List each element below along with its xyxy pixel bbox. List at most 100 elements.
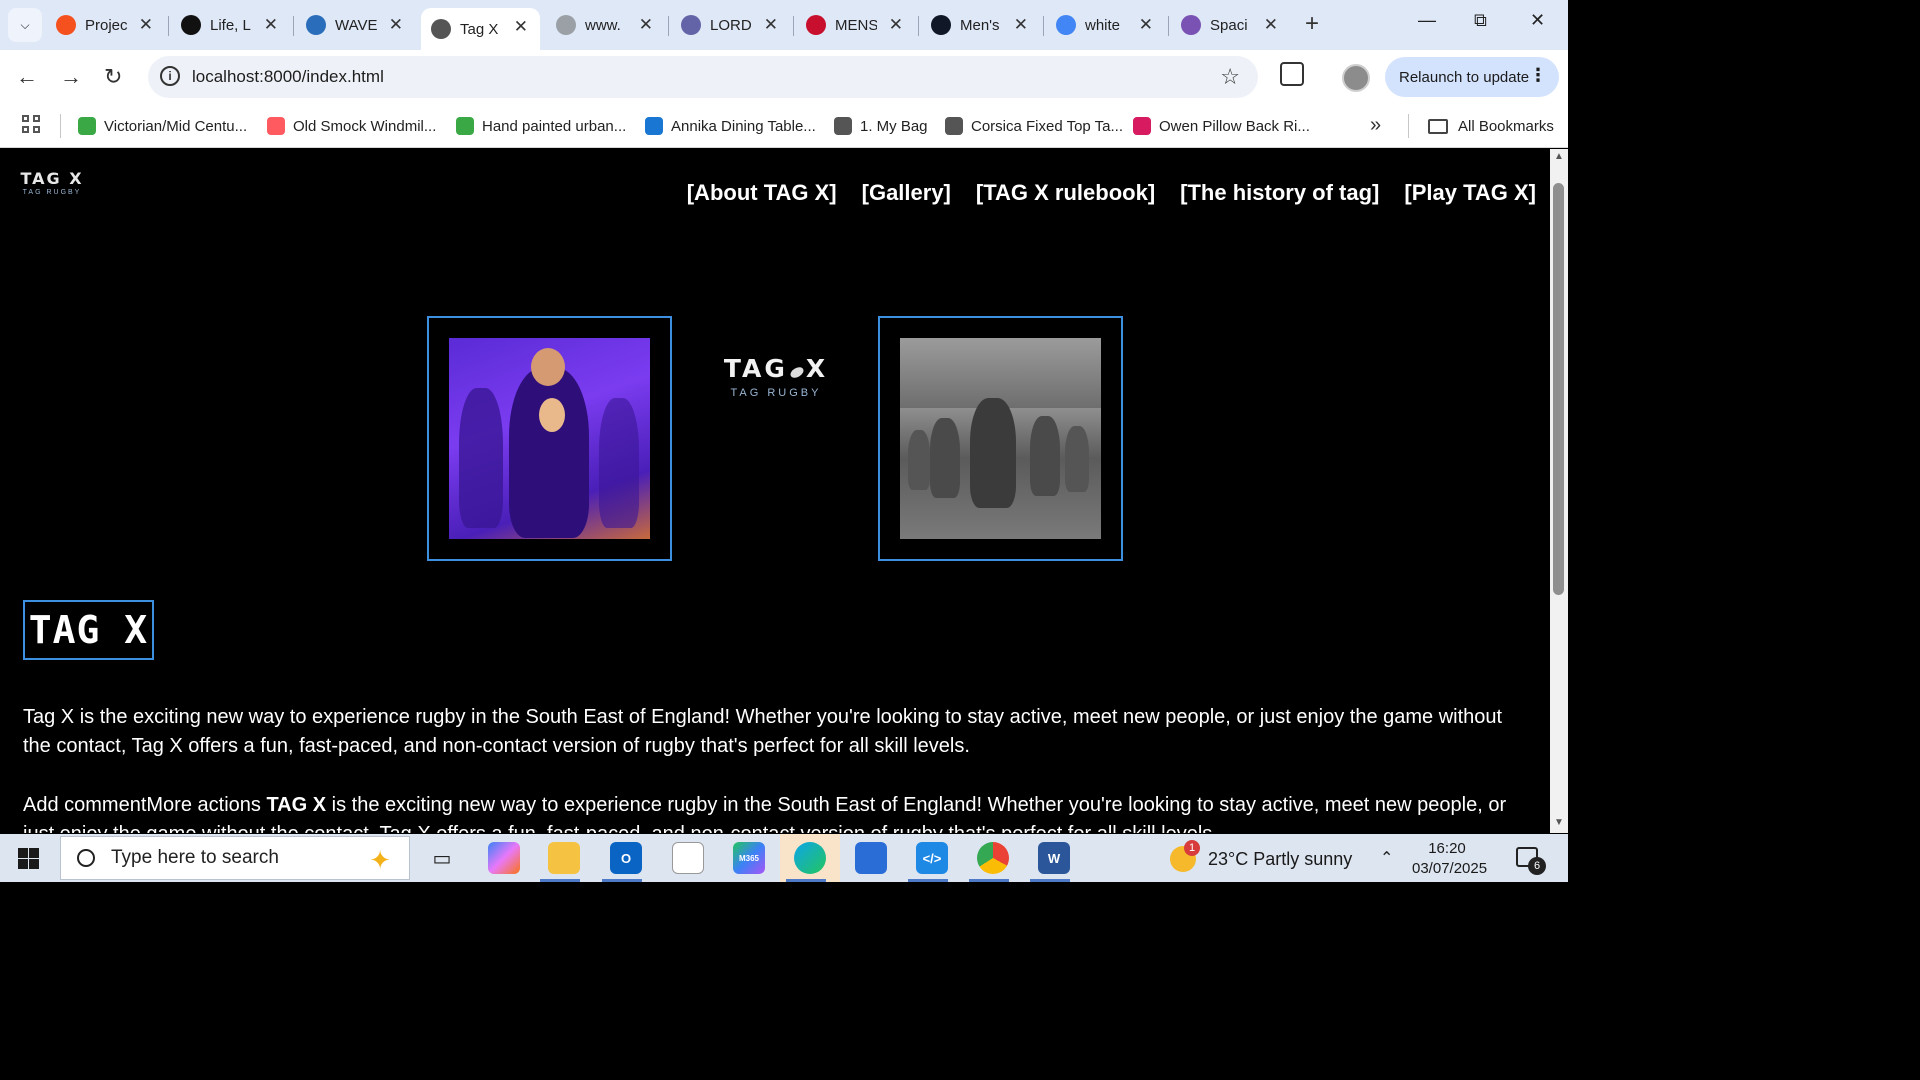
edge-icon[interactable] (794, 842, 826, 874)
forward-button[interactable]: → (60, 64, 82, 90)
tab-close-icon[interactable]: ✕ (139, 15, 153, 35)
reload-button[interactable]: ↻ (104, 64, 122, 90)
tab-separator (918, 16, 919, 36)
scroll-up-icon[interactable]: ▲ (1554, 151, 1564, 162)
taskbar-search[interactable]: ✦ (60, 836, 410, 880)
tab-title: WAVE (335, 16, 377, 34)
profile-avatar[interactable] (1342, 64, 1370, 92)
tray-chevron-up-icon[interactable]: ⌃ (1380, 848, 1393, 868)
microsoft-365-icon[interactable]: M365 (733, 842, 765, 874)
nav-play[interactable]: [Play TAG X] (1404, 180, 1536, 206)
tab-separator (1043, 16, 1044, 36)
scroll-down-icon[interactable]: ▼ (1554, 817, 1564, 828)
all-bookmarks-button[interactable]: All Bookmarks (1428, 114, 1554, 138)
bookmark-item[interactable]: Owen Pillow Back Ri... (1133, 114, 1310, 138)
browser-tab[interactable]: Men's ✕ (921, 6, 1040, 44)
nav-rulebook[interactable]: [TAG X rulebook] (976, 180, 1155, 206)
scrollbar-thumb[interactable] (1553, 183, 1564, 595)
bookmark-item[interactable]: Victorian/Mid Centu... (78, 114, 247, 138)
browser-tab[interactable]: Life, L ✕ (171, 6, 290, 44)
paragraph-2-prefix: Add commentMore actions (23, 794, 267, 816)
browser-tab[interactable]: white ✕ (1046, 6, 1165, 44)
notifications-icon[interactable]: 6 (1516, 847, 1546, 875)
bookmark-favicon-icon (78, 117, 96, 135)
tab-title: LORD (710, 16, 752, 34)
browser-tab[interactable]: MENS ✕ (796, 6, 915, 44)
tab-close-icon[interactable]: ✕ (764, 15, 778, 35)
tab-close-icon[interactable]: ✕ (639, 15, 653, 35)
restore-button[interactable]: ⧉ (1474, 10, 1487, 31)
bookmarks-divider (1408, 114, 1409, 138)
vscode-icon[interactable]: </> (916, 842, 948, 874)
running-indicator (908, 879, 948, 882)
browser-tab[interactable]: www. ✕ (546, 6, 665, 44)
weather-widget[interactable]: 1 23°C Partly sunny (1170, 840, 1353, 872)
notepad-icon[interactable] (672, 842, 704, 874)
tab-close-icon[interactable]: ✕ (514, 17, 528, 37)
chrome-icon[interactable] (977, 842, 1009, 874)
weather-desc: Partly sunny (1253, 848, 1353, 869)
copilot-icon[interactable] (488, 842, 520, 874)
file-explorer-icon[interactable] (548, 842, 580, 874)
relaunch-button[interactable]: Relaunch to update ⋮ (1385, 57, 1559, 97)
ct-icon (931, 15, 951, 35)
bootstrap-icon (1181, 15, 1201, 35)
tab-close-icon[interactable]: ✕ (1014, 15, 1028, 35)
more-menu-icon[interactable]: ⋮ (1529, 65, 1547, 86)
canterbury-icon (806, 15, 826, 35)
bookmark-favicon-icon (456, 117, 474, 135)
tab-separator (1168, 16, 1169, 36)
tab-separator (793, 16, 794, 36)
task-view-icon[interactable]: ▭ (426, 842, 458, 874)
bookmark-favicon-icon (1133, 117, 1151, 135)
bookmark-star-icon[interactable]: ☆ (1220, 64, 1240, 90)
browser-tab[interactable]: LORD ✕ (671, 6, 790, 44)
outlook-icon[interactable]: O (610, 842, 642, 874)
nav-about[interactable]: [About TAG X] (687, 180, 837, 206)
nav-history[interactable]: [The history of tag] (1180, 180, 1379, 206)
browser-tab[interactable]: Tag X ✕ (421, 8, 540, 50)
browser-tab[interactable]: Projec ✕ (46, 6, 165, 44)
taskbar-search-input[interactable] (111, 847, 311, 869)
windows-start-icon[interactable] (18, 848, 39, 869)
bookmarks-divider (60, 114, 61, 138)
relaunch-label: Relaunch to update (1399, 68, 1530, 86)
bookmark-item[interactable]: Corsica Fixed Top Ta... (945, 114, 1123, 138)
minimize-button[interactable]: — (1418, 10, 1436, 31)
browser-tab[interactable]: Spaci ✕ (1171, 6, 1290, 44)
tab-title: MENS (835, 16, 877, 34)
nav-gallery[interactable]: [Gallery] (862, 180, 951, 206)
bookmark-label: Owen Pillow Back Ri... (1159, 117, 1310, 135)
back-button[interactable]: ← (16, 64, 38, 90)
bookmark-item[interactable]: Hand painted urban... (456, 114, 626, 138)
more-bookmarks-chevron-icon[interactable]: » (1370, 114, 1381, 137)
tab-close-icon[interactable]: ✕ (1139, 15, 1153, 35)
tab-close-icon[interactable]: ✕ (889, 15, 903, 35)
extensions-icon[interactable] (1280, 62, 1304, 86)
page-title: TAG X (28, 608, 149, 652)
page-scrollbar[interactable]: ▲ ▼ (1550, 149, 1568, 833)
apps-grid-icon[interactable] (22, 115, 42, 135)
bookmark-item[interactable]: Old Smock Windmil... (267, 114, 436, 138)
bookmark-item[interactable]: Annika Dining Table... (645, 114, 816, 138)
bookmark-favicon-icon (267, 117, 285, 135)
browser-tab[interactable]: WAVE ✕ (296, 6, 415, 44)
word-icon[interactable]: W (1038, 842, 1070, 874)
hero-image-left-frame (427, 316, 672, 561)
url-text: localhost:8000/index.html (192, 67, 384, 86)
microsoft-store-icon[interactable] (855, 842, 887, 874)
tab-search-button[interactable]: ⌵ (8, 8, 42, 42)
tab-close-icon[interactable]: ✕ (389, 15, 403, 35)
tab-separator (668, 16, 669, 36)
tab-close-icon[interactable]: ✕ (264, 15, 278, 35)
site-info-icon[interactable]: i (160, 66, 180, 86)
site-logo[interactable]: TAG X TAG RUGBY (12, 169, 92, 196)
new-tab-button[interactable]: + (1305, 10, 1319, 38)
address-bar[interactable]: i localhost:8000/index.html ☆ (148, 56, 1258, 98)
tab-title: Life, L (210, 16, 251, 34)
taskbar-clock[interactable]: 16:20 03/07/2025 (1412, 839, 1487, 879)
site-logo-word: TAG X (20, 169, 84, 188)
tab-close-icon[interactable]: ✕ (1264, 15, 1278, 35)
close-window-button[interactable]: ✕ (1530, 10, 1545, 31)
bookmark-item[interactable]: 1. My Bag (834, 114, 928, 138)
